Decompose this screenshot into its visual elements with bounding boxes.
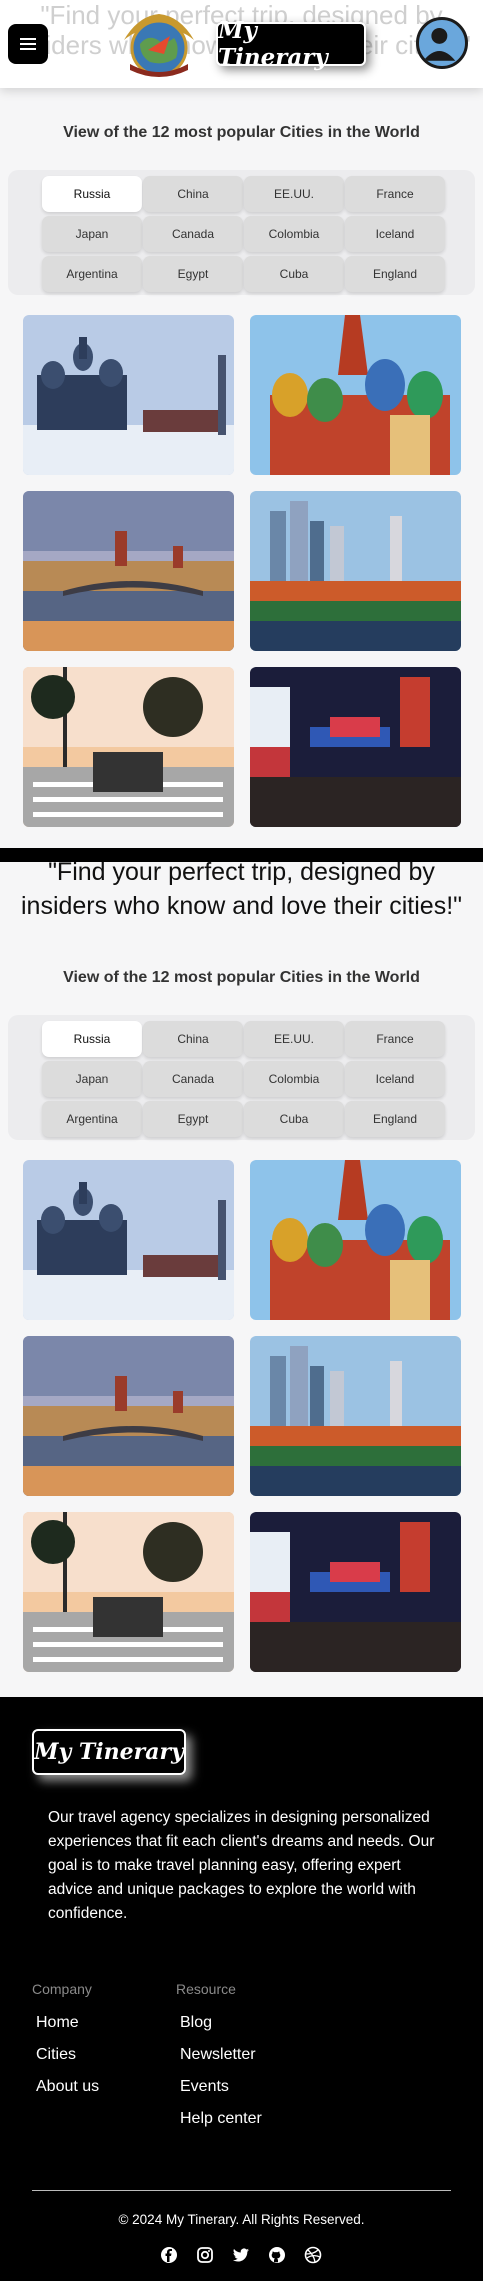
tab-russia[interactable]: Russia	[42, 176, 142, 212]
footer-link-events[interactable]: Events	[180, 2077, 262, 2109]
tab-japan[interactable]: Japan	[42, 1061, 142, 1097]
hero-quote: "Find your perfect trip, designed by ins…	[0, 855, 483, 923]
city-photo-street-crosswalk[interactable]	[23, 1512, 234, 1672]
footer-link-about-us[interactable]: About us	[36, 2077, 99, 2109]
tab-iceland[interactable]: Iceland	[345, 216, 445, 252]
city-photo-flag-celebration[interactable]	[250, 1512, 461, 1672]
tab-egypt[interactable]: Egypt	[143, 1101, 243, 1137]
tab-cuba[interactable]: Cuba	[244, 1101, 344, 1137]
city-photo-kremlin-river[interactable]	[23, 1336, 234, 1496]
tab-canada[interactable]: Canada	[143, 216, 243, 252]
tab-china[interactable]: China	[143, 176, 243, 212]
facebook-icon[interactable]	[160, 2246, 178, 2264]
country-tabs: Russia China EE.UU. France Japan Canada …	[8, 1015, 475, 1140]
city-photo-street-crosswalk[interactable]	[23, 667, 234, 827]
footer-description: Our travel agency specializes in designi…	[48, 1809, 435, 1922]
tab-england[interactable]: England	[345, 1101, 445, 1137]
footer-copyright: © 2024 My Tinerary. All Rights Reserved.	[118, 2212, 365, 2227]
tab-canada[interactable]: Canada	[143, 1061, 243, 1097]
brand-logo[interactable]: My Tinerary	[216, 17, 366, 71]
github-icon[interactable]	[268, 2246, 286, 2264]
travel-emblem-icon	[124, 14, 194, 77]
footer-resource-title: Resource	[176, 1981, 236, 1997]
tab-egypt[interactable]: Egypt	[143, 256, 243, 292]
popular-cities-title: View of the 12 most popular Cities in th…	[63, 969, 420, 986]
site-footer: My Tinerary Our travel agency specialize…	[0, 1697, 483, 2281]
tab-cuba[interactable]: Cuba	[244, 256, 344, 292]
footer-company-column: Company Home Cities About us	[32, 1981, 99, 2109]
hero-quote-line-2: insiders who know and love their cities!…	[20, 892, 463, 920]
tab-colombia[interactable]: Colombia	[244, 1061, 344, 1097]
footer-link-newsletter[interactable]: Newsletter	[180, 2045, 262, 2077]
city-photo-flag-celebration[interactable]	[250, 667, 461, 827]
instagram-icon[interactable]	[196, 2246, 214, 2264]
city-photo-grid	[23, 315, 461, 827]
tab-russia[interactable]: Russia	[42, 1021, 142, 1057]
tab-usa[interactable]: EE.UU.	[244, 1021, 344, 1057]
footer-divider	[32, 2190, 451, 2191]
country-tabs: Russia China EE.UU. France Japan Canada …	[8, 170, 475, 295]
footer-link-help-center[interactable]: Help center	[180, 2109, 262, 2141]
tab-colombia[interactable]: Colombia	[244, 216, 344, 252]
tab-argentina[interactable]: Argentina	[42, 256, 142, 292]
top-navbar: "Find your perfect trip, designed by ins…	[0, 0, 483, 88]
tab-china[interactable]: China	[143, 1021, 243, 1057]
footer-link-home[interactable]: Home	[36, 2013, 99, 2045]
tab-japan[interactable]: Japan	[42, 216, 142, 252]
hero-quote-line-1: "Find your perfect trip, designed by	[48, 858, 435, 886]
footer-link-cities[interactable]: Cities	[36, 2045, 99, 2077]
city-photo-winter-cathedral[interactable]	[23, 1160, 234, 1320]
tab-england[interactable]: England	[345, 256, 445, 292]
city-photo-kremlin-river[interactable]	[23, 491, 234, 651]
tab-france[interactable]: France	[345, 176, 445, 212]
footer-company-title: Company	[32, 1981, 92, 1997]
city-photo-moscow-skyline[interactable]	[250, 491, 461, 651]
footer-resource-column: Resource Blog Newsletter Events Help cen…	[176, 1981, 262, 2141]
popular-cities-title: View of the 12 most popular Cities in th…	[63, 124, 420, 141]
tab-argentina[interactable]: Argentina	[42, 1101, 142, 1137]
social-links	[160, 2246, 322, 2264]
user-avatar-icon[interactable]	[416, 17, 468, 69]
city-photo-grid	[23, 1160, 461, 1672]
tab-usa[interactable]: EE.UU.	[244, 176, 344, 212]
city-photo-st-basils-cathedral[interactable]	[250, 1160, 461, 1320]
city-photo-st-basils-cathedral[interactable]	[250, 315, 461, 475]
tab-iceland[interactable]: Iceland	[345, 1061, 445, 1097]
dribbble-icon[interactable]	[304, 2246, 322, 2264]
hamburger-icon[interactable]	[8, 24, 48, 64]
city-photo-winter-cathedral[interactable]	[23, 315, 234, 475]
tab-france[interactable]: France	[345, 1021, 445, 1057]
city-photo-moscow-skyline[interactable]	[250, 1336, 461, 1496]
footer-logo[interactable]: My Tinerary	[32, 1729, 186, 1775]
twitter-icon[interactable]	[232, 2246, 250, 2264]
footer-link-blog[interactable]: Blog	[180, 2013, 262, 2045]
